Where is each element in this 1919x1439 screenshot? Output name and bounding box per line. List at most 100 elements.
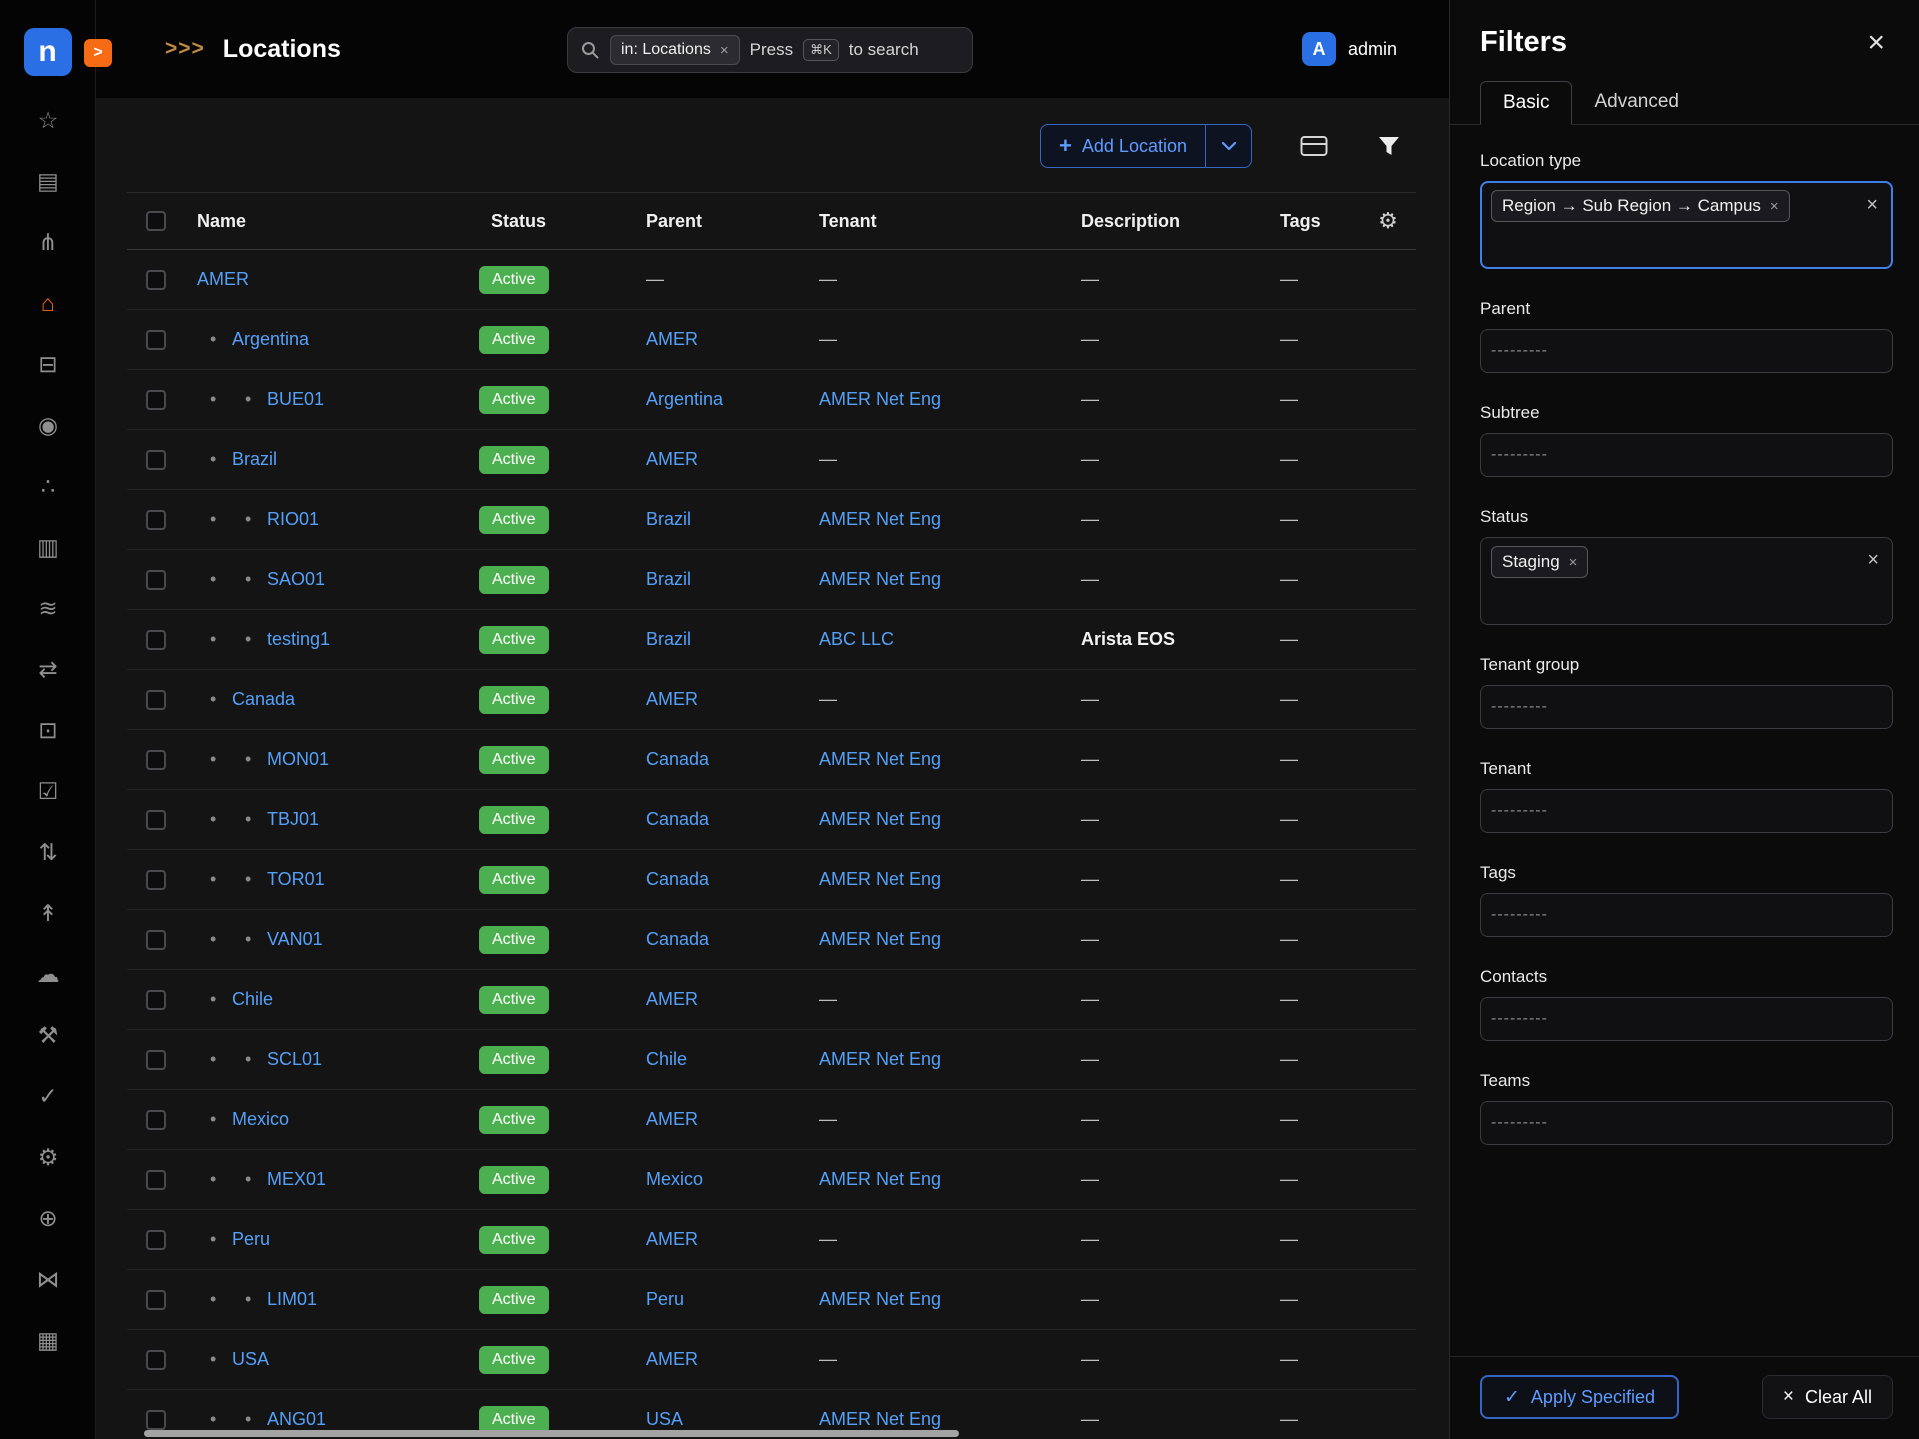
table-settings-icon[interactable]: ⚙ xyxy=(1378,208,1398,234)
breadcrumb-chevrons-icon[interactable]: >>> xyxy=(165,37,205,61)
location-link[interactable]: SAO01 xyxy=(267,569,325,590)
row-checkbox[interactable] xyxy=(146,1050,166,1070)
parent-link[interactable]: Canada xyxy=(646,869,709,890)
parent-link[interactable]: AMER xyxy=(646,689,698,710)
location-link[interactable]: SCL01 xyxy=(267,1049,322,1070)
add-location-dropdown[interactable] xyxy=(1206,124,1252,168)
location-link[interactable]: testing1 xyxy=(267,629,330,650)
table-view-icon[interactable] xyxy=(1300,135,1328,157)
filter-input-status[interactable]: Staging×× xyxy=(1480,537,1893,625)
routing-icon[interactable]: ⇄ xyxy=(0,639,96,700)
filter-input-contacts[interactable]: --------- xyxy=(1480,997,1893,1041)
parent-link[interactable]: Brazil xyxy=(646,629,691,650)
scrollbar-thumb[interactable] xyxy=(144,1430,959,1437)
apply-specified-button[interactable]: ✓ Apply Specified xyxy=(1480,1375,1679,1419)
column-header-parent[interactable]: Parent xyxy=(634,211,807,232)
ipam-icon[interactable]: ▥ xyxy=(0,517,96,578)
parent-link[interactable]: Brazil xyxy=(646,509,691,530)
parent-link[interactable]: AMER xyxy=(646,1349,698,1370)
search-input[interactable]: in: Locations × Press ⌘K to search xyxy=(567,27,973,73)
column-header-tenant[interactable]: Tenant xyxy=(807,211,1069,232)
lightbulb-icon[interactable]: ◉ xyxy=(0,395,96,456)
tenant-link[interactable]: AMER Net Eng xyxy=(819,389,941,410)
cloud-icon[interactable]: ☁ xyxy=(0,944,96,1005)
row-checkbox[interactable] xyxy=(146,390,166,410)
row-checkbox[interactable] xyxy=(146,750,166,770)
location-link[interactable]: Canada xyxy=(232,689,295,710)
clear-field-icon[interactable]: × xyxy=(1867,550,1879,570)
plugins-icon[interactable]: ⊕ xyxy=(0,1188,96,1249)
user-menu[interactable]: A admin xyxy=(1302,0,1397,98)
row-checkbox[interactable] xyxy=(146,870,166,890)
remove-chip-icon[interactable]: × xyxy=(1569,554,1578,571)
row-checkbox[interactable] xyxy=(146,330,166,350)
row-checkbox[interactable] xyxy=(146,1230,166,1250)
location-link[interactable]: VAN01 xyxy=(267,929,323,950)
security-icon[interactable]: ☑ xyxy=(0,761,96,822)
share-icon[interactable]: ∴ xyxy=(0,456,96,517)
filter-input-teams[interactable]: --------- xyxy=(1480,1101,1893,1145)
location-link[interactable]: Argentina xyxy=(232,329,309,350)
column-header-name[interactable]: Name xyxy=(185,211,479,232)
parent-link[interactable]: Argentina xyxy=(646,389,723,410)
location-link[interactable]: Peru xyxy=(232,1229,270,1250)
location-link[interactable]: BUE01 xyxy=(267,389,324,410)
row-checkbox[interactable] xyxy=(146,1410,166,1430)
filter-input-tags[interactable]: --------- xyxy=(1480,893,1893,937)
tools-icon[interactable]: ⚒ xyxy=(0,1005,96,1066)
filter-input-parent[interactable]: --------- xyxy=(1480,329,1893,373)
chip-close-icon[interactable]: × xyxy=(720,42,729,59)
interfaces-icon[interactable]: ⊟ xyxy=(0,334,96,395)
star-icon[interactable]: ☆ xyxy=(0,90,96,151)
row-checkbox[interactable] xyxy=(146,630,166,650)
tenant-link[interactable]: AMER Net Eng xyxy=(819,509,941,530)
parent-link[interactable]: USA xyxy=(646,1409,683,1430)
tenant-link[interactable]: AMER Net Eng xyxy=(819,869,941,890)
validation-icon[interactable]: ✓ xyxy=(0,1066,96,1127)
location-link[interactable]: USA xyxy=(232,1349,269,1370)
settings-icon[interactable]: ⚙ xyxy=(0,1127,96,1188)
filter-icon[interactable] xyxy=(1378,136,1400,156)
column-header-tags[interactable]: Tags xyxy=(1268,211,1360,232)
row-checkbox[interactable] xyxy=(146,690,166,710)
sidebar-expand-button[interactable]: > xyxy=(84,39,112,67)
locations-icon[interactable]: ⌂ xyxy=(0,273,96,334)
row-checkbox[interactable] xyxy=(146,1170,166,1190)
location-link[interactable]: MEX01 xyxy=(267,1169,326,1190)
location-link[interactable]: TBJ01 xyxy=(267,809,319,830)
close-icon[interactable]: × xyxy=(1867,28,1885,58)
row-checkbox[interactable] xyxy=(146,270,166,290)
tab-advanced[interactable]: Advanced xyxy=(1572,81,1701,124)
add-location-button[interactable]: + Add Location xyxy=(1040,124,1206,168)
migration-icon[interactable]: ⇅ xyxy=(0,822,96,883)
cloud-upload-icon[interactable]: ↟ xyxy=(0,883,96,944)
topology-icon[interactable]: ⋔ xyxy=(0,212,96,273)
location-link[interactable]: TOR01 xyxy=(267,869,325,890)
location-link[interactable]: LIM01 xyxy=(267,1289,317,1310)
location-link[interactable]: Chile xyxy=(232,989,273,1010)
row-checkbox[interactable] xyxy=(146,990,166,1010)
parent-link[interactable]: Canada xyxy=(646,749,709,770)
parent-link[interactable]: AMER xyxy=(646,989,698,1010)
wireless-icon[interactable]: ≋ xyxy=(0,578,96,639)
tab-basic[interactable]: Basic xyxy=(1480,81,1572,125)
clear-field-icon[interactable]: × xyxy=(1866,195,1878,215)
tenant-link[interactable]: ABC LLC xyxy=(819,629,894,650)
tenant-link[interactable]: AMER Net Eng xyxy=(819,749,941,770)
parent-link[interactable]: AMER xyxy=(646,1109,698,1130)
column-header-description[interactable]: Description xyxy=(1069,211,1268,232)
remove-chip-icon[interactable]: × xyxy=(1770,198,1779,215)
app-logo[interactable]: n xyxy=(24,28,72,76)
tenant-link[interactable]: AMER Net Eng xyxy=(819,1409,941,1430)
tenant-link[interactable]: AMER Net Eng xyxy=(819,1289,941,1310)
parent-link[interactable]: Chile xyxy=(646,1049,687,1070)
tenant-link[interactable]: AMER Net Eng xyxy=(819,929,941,950)
tenant-link[interactable]: AMER Net Eng xyxy=(819,1169,941,1190)
location-link[interactable]: Mexico xyxy=(232,1109,289,1130)
row-checkbox[interactable] xyxy=(146,930,166,950)
horizontal-scrollbar[interactable] xyxy=(144,1430,959,1437)
location-link[interactable]: ANG01 xyxy=(267,1409,326,1430)
virtualization-icon[interactable]: ⊡ xyxy=(0,700,96,761)
column-header-status[interactable]: Status xyxy=(479,211,634,232)
tenant-link[interactable]: AMER Net Eng xyxy=(819,1049,941,1070)
